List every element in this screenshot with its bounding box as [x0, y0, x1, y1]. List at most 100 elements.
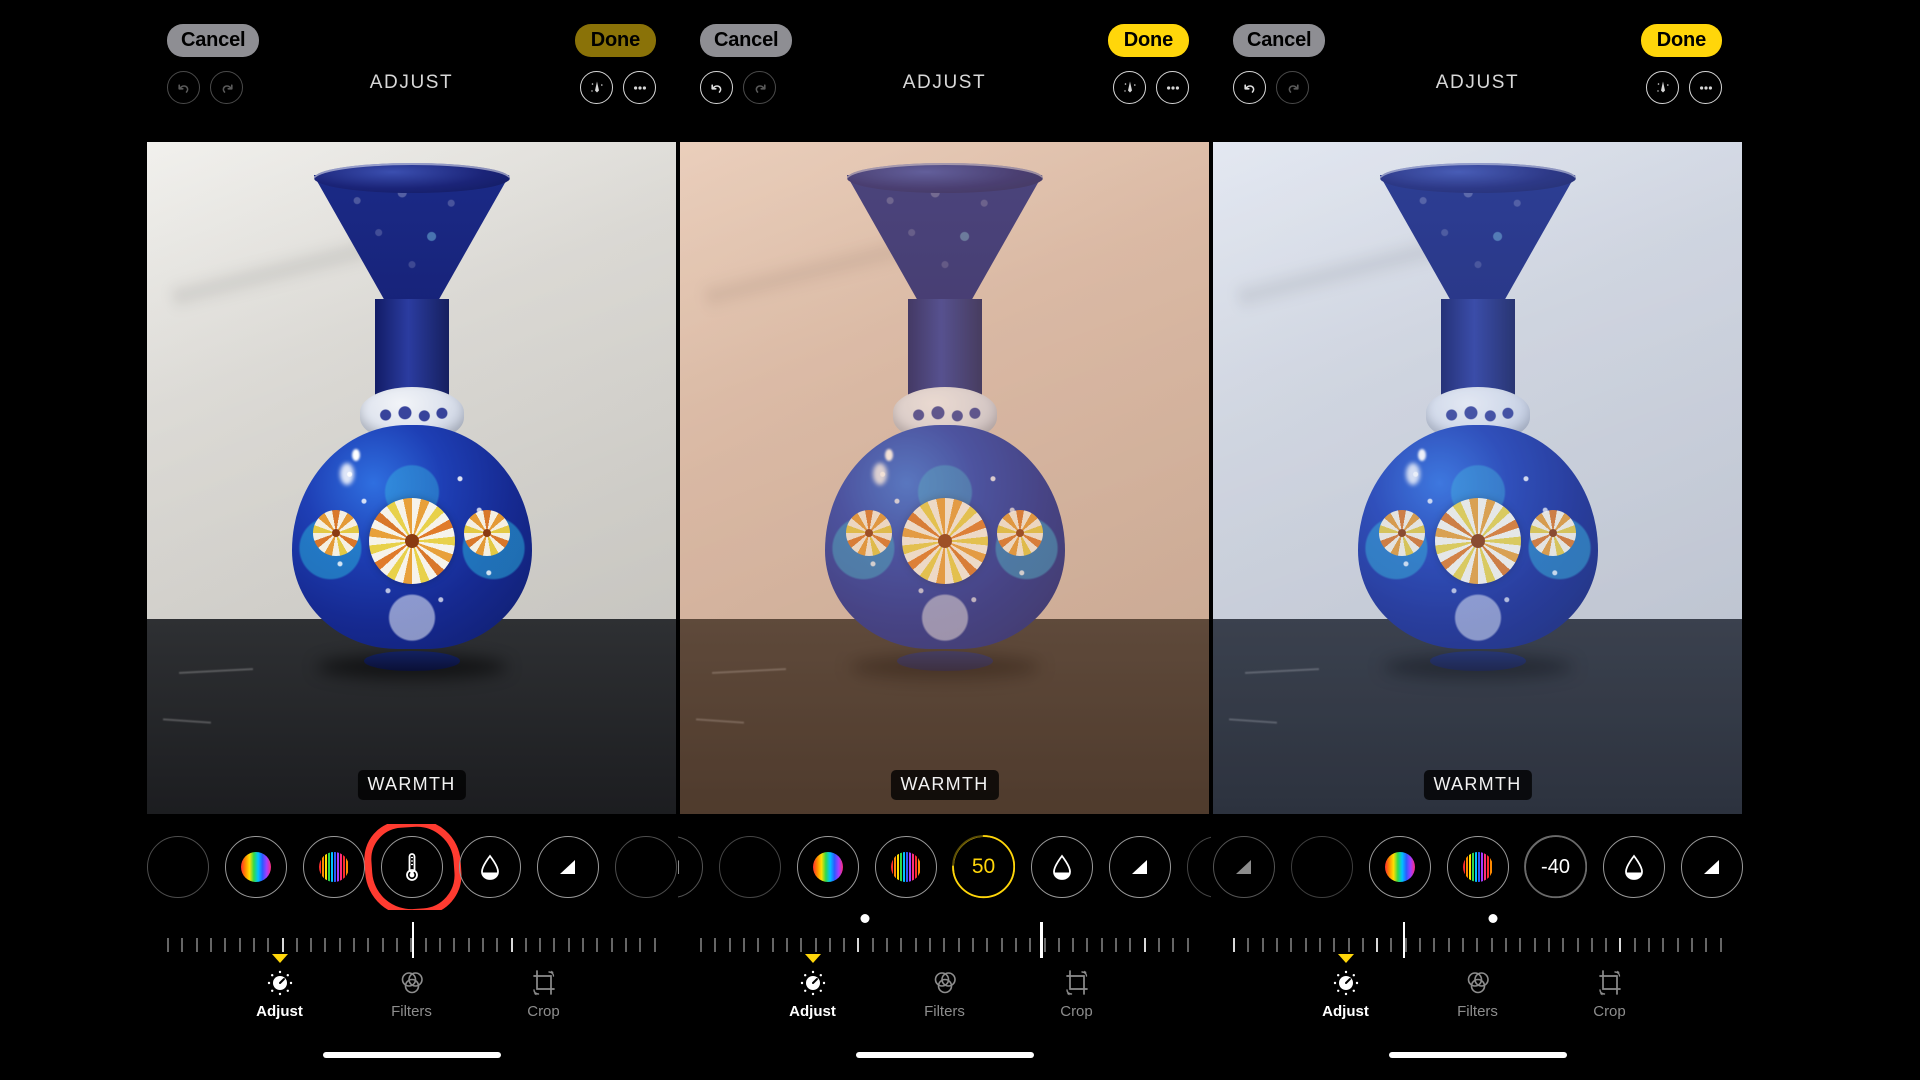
tool-edge-left[interactable]	[678, 836, 703, 898]
vase-flower-center	[368, 498, 455, 585]
ruler-tick	[625, 938, 627, 952]
undo-icon[interactable]	[167, 71, 200, 104]
adjustment-tool-strip[interactable]: -40	[1211, 824, 1744, 910]
tab-filters-label: Filters	[391, 1003, 432, 1020]
ruler-ticks	[1233, 934, 1722, 956]
vase-flower-right	[1529, 509, 1576, 556]
tab-adjust[interactable]: Adjust	[776, 954, 850, 1020]
panel-3: Cancel Done ADJUST WARMTH -40 Adjust Fil…	[1211, 0, 1744, 1080]
magic-wand-icon[interactable]	[1646, 71, 1679, 104]
tool-warmth-selected[interactable]: -40	[1524, 835, 1587, 899]
tool-sharpness[interactable]	[536, 836, 599, 898]
ruler-tick	[1186, 938, 1189, 952]
adjustment-tool-strip[interactable]: 50	[678, 824, 1211, 910]
undo-icon[interactable]	[1233, 71, 1266, 104]
bottom-tab-bar[interactable]: Adjust Filters Crop	[678, 954, 1211, 1044]
cancel-button[interactable]: Cancel	[167, 24, 260, 57]
home-indicator[interactable]	[322, 1052, 501, 1058]
ruler-tick	[971, 938, 974, 952]
ruler-tick	[295, 938, 298, 952]
panel-1: Cancel Done ADJUST WARMTH Adjust Filters…	[145, 0, 678, 1080]
tab-filters[interactable]: Filters	[375, 968, 449, 1020]
bottom-tab-bar[interactable]: Adjust Filters Crop	[145, 954, 678, 1044]
magic-wand-icon[interactable]	[580, 71, 613, 104]
vase-highlight	[1405, 462, 1420, 485]
bottom-tab-bar[interactable]: Adjust Filters Crop	[1211, 954, 1744, 1044]
tool-edge-sharpness[interactable]	[1212, 836, 1275, 898]
vase-flower-right	[996, 509, 1043, 556]
ruler-tick	[1304, 938, 1307, 952]
magic-wand-icon[interactable]	[1113, 71, 1146, 104]
ruler-position-indicator[interactable]	[411, 922, 414, 958]
tool-edge-left[interactable]	[146, 836, 209, 898]
ruler-tick	[1172, 938, 1175, 952]
tool-warmth[interactable]	[361, 824, 464, 910]
tab-crop[interactable]: Crop	[1040, 968, 1114, 1020]
done-button[interactable]: Done	[1640, 24, 1722, 57]
tool-saturation[interactable]	[1368, 836, 1431, 898]
ellipsis-icon[interactable]	[1689, 71, 1722, 104]
tool-edge-gap[interactable]	[1290, 836, 1353, 898]
ruler-tick	[1590, 938, 1593, 952]
ellipsis-icon[interactable]	[623, 71, 656, 104]
vase-neck	[1440, 298, 1515, 395]
photo-preview[interactable]: WARMTH	[147, 142, 676, 814]
ruler-tick	[1129, 938, 1132, 952]
three-panel-screenshot-composite: Cancel Done ADJUST WARMTH Adjust Filters…	[0, 0, 1920, 1080]
home-indicator[interactable]	[855, 1052, 1034, 1058]
tool-warmth-selected[interactable]: 50	[952, 835, 1015, 899]
crop-icon	[1598, 970, 1621, 996]
adjustment-tool-strip[interactable]	[145, 824, 678, 910]
value-ruler[interactable]	[145, 908, 678, 964]
value-ruler[interactable]	[678, 908, 1211, 964]
tab-adjust[interactable]: Adjust	[1309, 954, 1383, 1020]
tab-crop[interactable]: Crop	[1573, 968, 1647, 1020]
done-button[interactable]: Done	[1107, 24, 1189, 57]
tool-sharpness[interactable]	[1680, 836, 1743, 898]
tool-sharpness[interactable]	[1108, 836, 1171, 898]
tool-saturation[interactable]	[224, 836, 287, 898]
redo-icon[interactable]	[210, 71, 243, 104]
tool-vibrance[interactable]	[1446, 836, 1509, 898]
ruler-tick	[957, 938, 960, 952]
tool-tint[interactable]	[458, 836, 521, 898]
vase-flower-left	[313, 509, 360, 556]
table-scratch	[711, 667, 786, 674]
ruler-position-indicator[interactable]	[1402, 922, 1406, 958]
home-indicator[interactable]	[1388, 1052, 1567, 1058]
ruler-tick	[1433, 938, 1436, 952]
photo-preview[interactable]: WARMTH	[680, 142, 1209, 814]
cancel-button[interactable]: Cancel	[1233, 24, 1326, 57]
value-ruler[interactable]	[1211, 908, 1744, 964]
photo-image	[680, 142, 1209, 814]
tool-tint[interactable]	[1602, 836, 1665, 898]
tool-vibrance[interactable]	[302, 836, 365, 898]
ruler-tick	[1086, 938, 1089, 952]
cancel-button[interactable]: Cancel	[700, 24, 793, 57]
ruler-tick	[396, 938, 398, 952]
tool-tint[interactable]	[1030, 836, 1093, 898]
tab-adjust[interactable]: Adjust	[243, 954, 317, 1020]
tool-edge-right[interactable]	[1186, 836, 1211, 898]
tool-saturation[interactable]	[796, 836, 859, 898]
vase-subject	[262, 162, 562, 679]
tool-edge-left-2[interactable]	[718, 836, 781, 898]
ruler-position-indicator[interactable]	[1040, 922, 1043, 958]
tab-crop[interactable]: Crop	[507, 968, 581, 1020]
ellipsis-icon[interactable]	[1156, 71, 1189, 104]
redo-icon[interactable]	[1276, 71, 1309, 104]
photo-preview[interactable]: WARMTH	[1213, 142, 1742, 814]
table-scratch	[1228, 718, 1277, 724]
tab-filters[interactable]: Filters	[1441, 968, 1515, 1020]
undo-icon[interactable]	[700, 71, 733, 104]
tab-filters[interactable]: Filters	[908, 968, 982, 1020]
redo-icon[interactable]	[743, 71, 776, 104]
ruler-tick	[238, 938, 241, 952]
sharpness-triangle-icon	[559, 860, 575, 874]
tool-edge-right[interactable]	[614, 836, 677, 898]
done-button[interactable]: Done	[574, 24, 656, 57]
ruler-tick	[310, 938, 313, 952]
saturation-icon	[240, 852, 271, 882]
tool-vibrance[interactable]	[874, 836, 937, 898]
vase-flower-left	[1379, 509, 1426, 556]
